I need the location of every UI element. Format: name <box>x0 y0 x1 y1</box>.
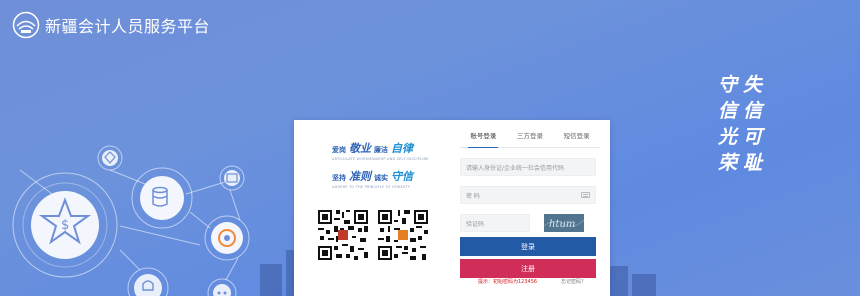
tab-account-login[interactable]: 账号登录 <box>468 130 499 148</box>
qr-code-icon <box>376 208 430 262</box>
password-input[interactable]: 密 码 <box>460 186 596 204</box>
register-button[interactable]: 注册 <box>460 259 596 278</box>
login-button[interactable]: 登录 <box>460 237 596 256</box>
keyboard-icon[interactable] <box>581 192 590 198</box>
slogan-char: 守 <box>718 74 738 96</box>
captcha-image[interactable]: htum <box>544 214 584 232</box>
motto-text: 坚持 <box>332 174 346 182</box>
motto-text: 自律 <box>391 142 413 155</box>
svg-text:$: $ <box>61 218 69 233</box>
slogan-char: 信 <box>743 100 763 122</box>
slogan-char: 耻 <box>743 152 763 174</box>
slogan-char: 光 <box>718 126 738 148</box>
site-title: 新疆会计人员服务平台 <box>45 17 211 36</box>
logo-icon <box>12 11 40 39</box>
captcha-input[interactable]: 验证码 <box>460 214 530 232</box>
motto-block: 爱岗 敬业 廉洁 自律 ARTICULATE WORKMANSHIP AND S… <box>332 140 452 161</box>
login-form: 账号登录 三方登录 短信登录 请输入身份证/企业统一社会信用代码 密 码 验证码… <box>460 120 600 296</box>
login-page: 新疆会计人员服务平台 $ 失 信 可 耻 守 信 光 荣 爱岗 敬业 廉洁 自律… <box>0 0 860 296</box>
slogan-char: 可 <box>743 126 763 148</box>
motto-text: 廉洁 <box>374 146 388 154</box>
password-placeholder: 密 码 <box>466 192 480 200</box>
slogan-char: 信 <box>718 100 738 122</box>
id-number-placeholder: 请输入身份证/企业统一社会信用代码 <box>466 164 565 172</box>
slogan-char: 失 <box>743 74 763 96</box>
motto-text: 爱岗 <box>332 146 346 154</box>
motto-block: 坚持 准则 诚实 守信 ADHERE TO THE PRINCIPLE OF H… <box>332 168 452 189</box>
slogan-column: 失 信 可 耻 <box>743 72 762 176</box>
initial-password-hint: 提示：初始密码为123456 <box>478 279 538 285</box>
motto-subtitle: ADHERE TO THE PRINCIPLE OF HONESTY <box>332 185 411 189</box>
tab-sms-login[interactable]: 短信登录 <box>562 130 592 148</box>
motto-text: 守信 <box>391 170 413 183</box>
hint-row: 提示：初始密码为123456 忘记密码？ <box>460 278 600 285</box>
forgot-password-link[interactable]: 忘记密码？ <box>561 278 586 285</box>
login-tabs: 账号登录 三方登录 短信登录 <box>460 130 600 148</box>
motto-text: 诚实 <box>374 174 388 182</box>
motto-line: 爱岗 敬业 廉洁 自律 <box>332 140 452 156</box>
motto-text: 准则 <box>349 170 371 183</box>
qr-code <box>376 208 430 262</box>
captcha-image-graphic: htum <box>544 214 584 232</box>
motto-subtitle: ARTICULATE WORKMANSHIP AND SELF-DISCIPLI… <box>332 157 429 161</box>
card-left-panel: 爱岗 敬业 廉洁 自律 ARTICULATE WORKMANSHIP AND S… <box>294 120 454 296</box>
qr-code-icon <box>316 208 370 262</box>
captcha-text: htum <box>549 219 575 230</box>
integrity-slogan: 失 信 可 耻 守 信 光 荣 <box>718 72 762 176</box>
login-card: 爱岗 敬业 廉洁 自律 ARTICULATE WORKMANSHIP AND S… <box>294 120 610 296</box>
tab-third-party-login[interactable]: 三方登录 <box>515 130 545 148</box>
motto-line: 坚持 准则 诚实 守信 <box>332 168 452 184</box>
id-number-input[interactable]: 请输入身份证/企业统一社会信用代码 <box>460 158 596 176</box>
qr-code <box>316 208 370 262</box>
slogan-column: 守 信 光 荣 <box>718 72 737 176</box>
site-header: 新疆会计人员服务平台 <box>12 10 210 40</box>
slogan-char: 荣 <box>718 152 738 174</box>
motto-text: 敬业 <box>349 142 371 155</box>
captcha-placeholder: 验证码 <box>466 220 485 228</box>
